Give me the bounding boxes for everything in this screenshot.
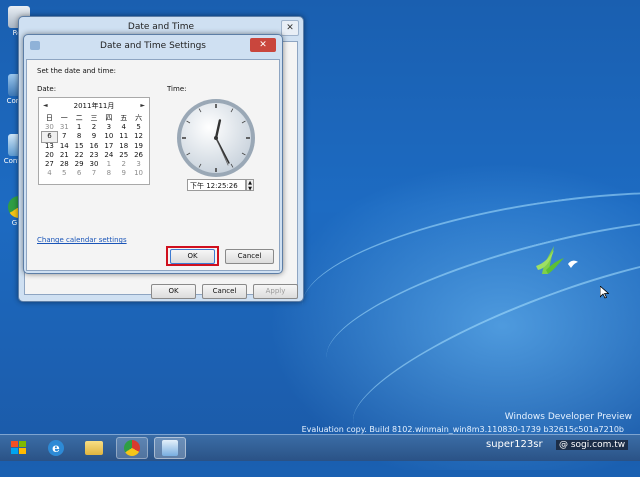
calendar-day[interactable]: 3: [131, 160, 146, 169]
calendar-day[interactable]: 1: [101, 160, 116, 169]
calendar-day[interactable]: 25: [116, 151, 131, 160]
calendar-day[interactable]: 2: [116, 160, 131, 169]
taskbar-file-explorer[interactable]: [78, 437, 110, 459]
control-panel-icon: [162, 440, 178, 456]
calendar-weekday: 四: [105, 114, 113, 122]
calendar-day[interactable]: 30: [42, 123, 57, 132]
credit-site: @ sogi.com.tw: [556, 440, 629, 450]
time-input[interactable]: 下午 12:25:26: [187, 179, 246, 191]
calendar-month-label[interactable]: 2011年11月: [39, 101, 149, 111]
watermark-build: Evaluation copy. Build 8102.winmain_win8…: [301, 425, 624, 434]
analog-clock: [177, 99, 255, 177]
clock-center: [214, 136, 218, 140]
change-calendar-settings-link[interactable]: Change calendar settings: [37, 236, 127, 244]
dialog-client-area: Set the date and time: Date: Time: ◄ 201…: [26, 59, 280, 271]
instruction-text: Set the date and time:: [37, 67, 117, 75]
calendar-day[interactable]: 8: [101, 169, 116, 178]
calendar: ◄ 2011年11月 ► 日一二三四五六 30 31 1 2 3 4 5 6 7 8 9 10 11 12 1…: [38, 97, 150, 185]
calendar-next-button[interactable]: ►: [140, 102, 145, 109]
dialog-ok-button[interactable]: OK: [170, 249, 215, 264]
calendar-day[interactable]: 29: [72, 160, 87, 169]
calendar-day[interactable]: 26: [131, 151, 146, 160]
taskbar-chrome[interactable]: [116, 437, 148, 459]
taskbar-internet-explorer[interactable]: e: [40, 437, 72, 459]
calendar-weekday: 五: [120, 114, 128, 122]
calendar-day[interactable]: 13: [42, 142, 57, 151]
dialog-close-button[interactable]: ✕: [250, 38, 276, 52]
calendar-day[interactable]: 2: [87, 123, 102, 132]
settings-icon: [30, 41, 40, 50]
calendar-day[interactable]: 4: [42, 169, 57, 178]
calendar-day[interactable]: 6: [72, 169, 87, 178]
calendar-day[interactable]: 23: [87, 151, 102, 160]
calendar-day[interactable]: 20: [42, 151, 57, 160]
date-label: Date:: [37, 85, 57, 93]
calendar-day[interactable]: 4: [116, 123, 131, 132]
calendar-weekday: 三: [90, 114, 98, 122]
calendar-day[interactable]: 7: [87, 169, 102, 178]
dialog-cancel-button[interactable]: Cancel: [225, 249, 274, 264]
calendar-day[interactable]: 11: [116, 132, 131, 141]
watermark-title: Windows Developer Preview: [504, 412, 632, 422]
calendar-day[interactable]: 19: [131, 142, 146, 151]
calendar-day[interactable]: 31: [57, 123, 72, 132]
calendar-day[interactable]: 9: [87, 132, 102, 141]
calendar-weekday: 六: [135, 114, 143, 122]
calendar-day[interactable]: 6: [41, 131, 58, 143]
dialog-title-bar: Date and Time Settings ✕: [24, 35, 282, 57]
outer-ok-button[interactable]: OK: [151, 284, 196, 299]
wallpaper-bird-logo: [536, 246, 578, 274]
calendar-day[interactable]: 1: [72, 123, 87, 132]
calendar-weekday: 日: [45, 114, 53, 122]
windows-logo-icon: [11, 441, 26, 454]
taskbar-control-panel[interactable]: [154, 437, 186, 459]
dialog-title: Date and Time Settings: [100, 41, 206, 51]
calendar-day[interactable]: 14: [57, 142, 72, 151]
date-time-settings-dialog: Date and Time Settings ✕ Set the date an…: [23, 34, 283, 274]
calendar-weekday: 一: [60, 114, 68, 122]
taskbar: e super123sr @ sogi.com.tw: [0, 434, 640, 461]
calendar-grid: 日一二三四五六 30 31 1 2 3 4 5 6 7 8 9 10 11 12 13 14 15 16 17 18 19…: [41, 114, 146, 178]
outer-apply-button[interactable]: Apply: [253, 284, 298, 299]
calendar-day[interactable]: 7: [57, 132, 72, 141]
calendar-day[interactable]: 24: [101, 151, 116, 160]
calendar-weekday: 二: [75, 114, 83, 122]
calendar-day[interactable]: 18: [116, 142, 131, 151]
calendar-day[interactable]: 16: [87, 142, 102, 151]
calendar-day[interactable]: 17: [101, 142, 116, 151]
time-spinner[interactable]: ▲ ▼: [246, 179, 254, 192]
calendar-day[interactable]: 21: [57, 151, 72, 160]
calendar-day[interactable]: 28: [57, 160, 72, 169]
folder-icon: [85, 441, 103, 455]
calendar-day[interactable]: 5: [131, 123, 146, 132]
calendar-day[interactable]: 15: [72, 142, 87, 151]
outer-window-title: Date and Time: [127, 22, 195, 32]
calendar-day[interactable]: 10: [131, 169, 146, 178]
chrome-icon: [124, 440, 140, 456]
time-label: Time:: [167, 85, 187, 93]
calendar-day[interactable]: 12: [131, 132, 146, 141]
calendar-day[interactable]: 3: [101, 123, 116, 132]
calendar-day[interactable]: 9: [116, 169, 131, 178]
calendar-day[interactable]: 22: [72, 151, 87, 160]
calendar-day[interactable]: 10: [101, 132, 116, 141]
mouse-cursor: [600, 286, 609, 299]
outer-close-button[interactable]: ✕: [281, 20, 299, 36]
calendar-day[interactable]: 30: [87, 160, 102, 169]
internet-explorer-icon: e: [48, 440, 64, 456]
calendar-day[interactable]: 27: [42, 160, 57, 169]
calendar-day[interactable]: 8: [72, 132, 87, 141]
credit-author: super123sr: [486, 439, 543, 450]
outer-cancel-button[interactable]: Cancel: [202, 284, 247, 299]
start-button[interactable]: [2, 437, 36, 459]
calendar-day[interactable]: 5: [57, 169, 72, 178]
